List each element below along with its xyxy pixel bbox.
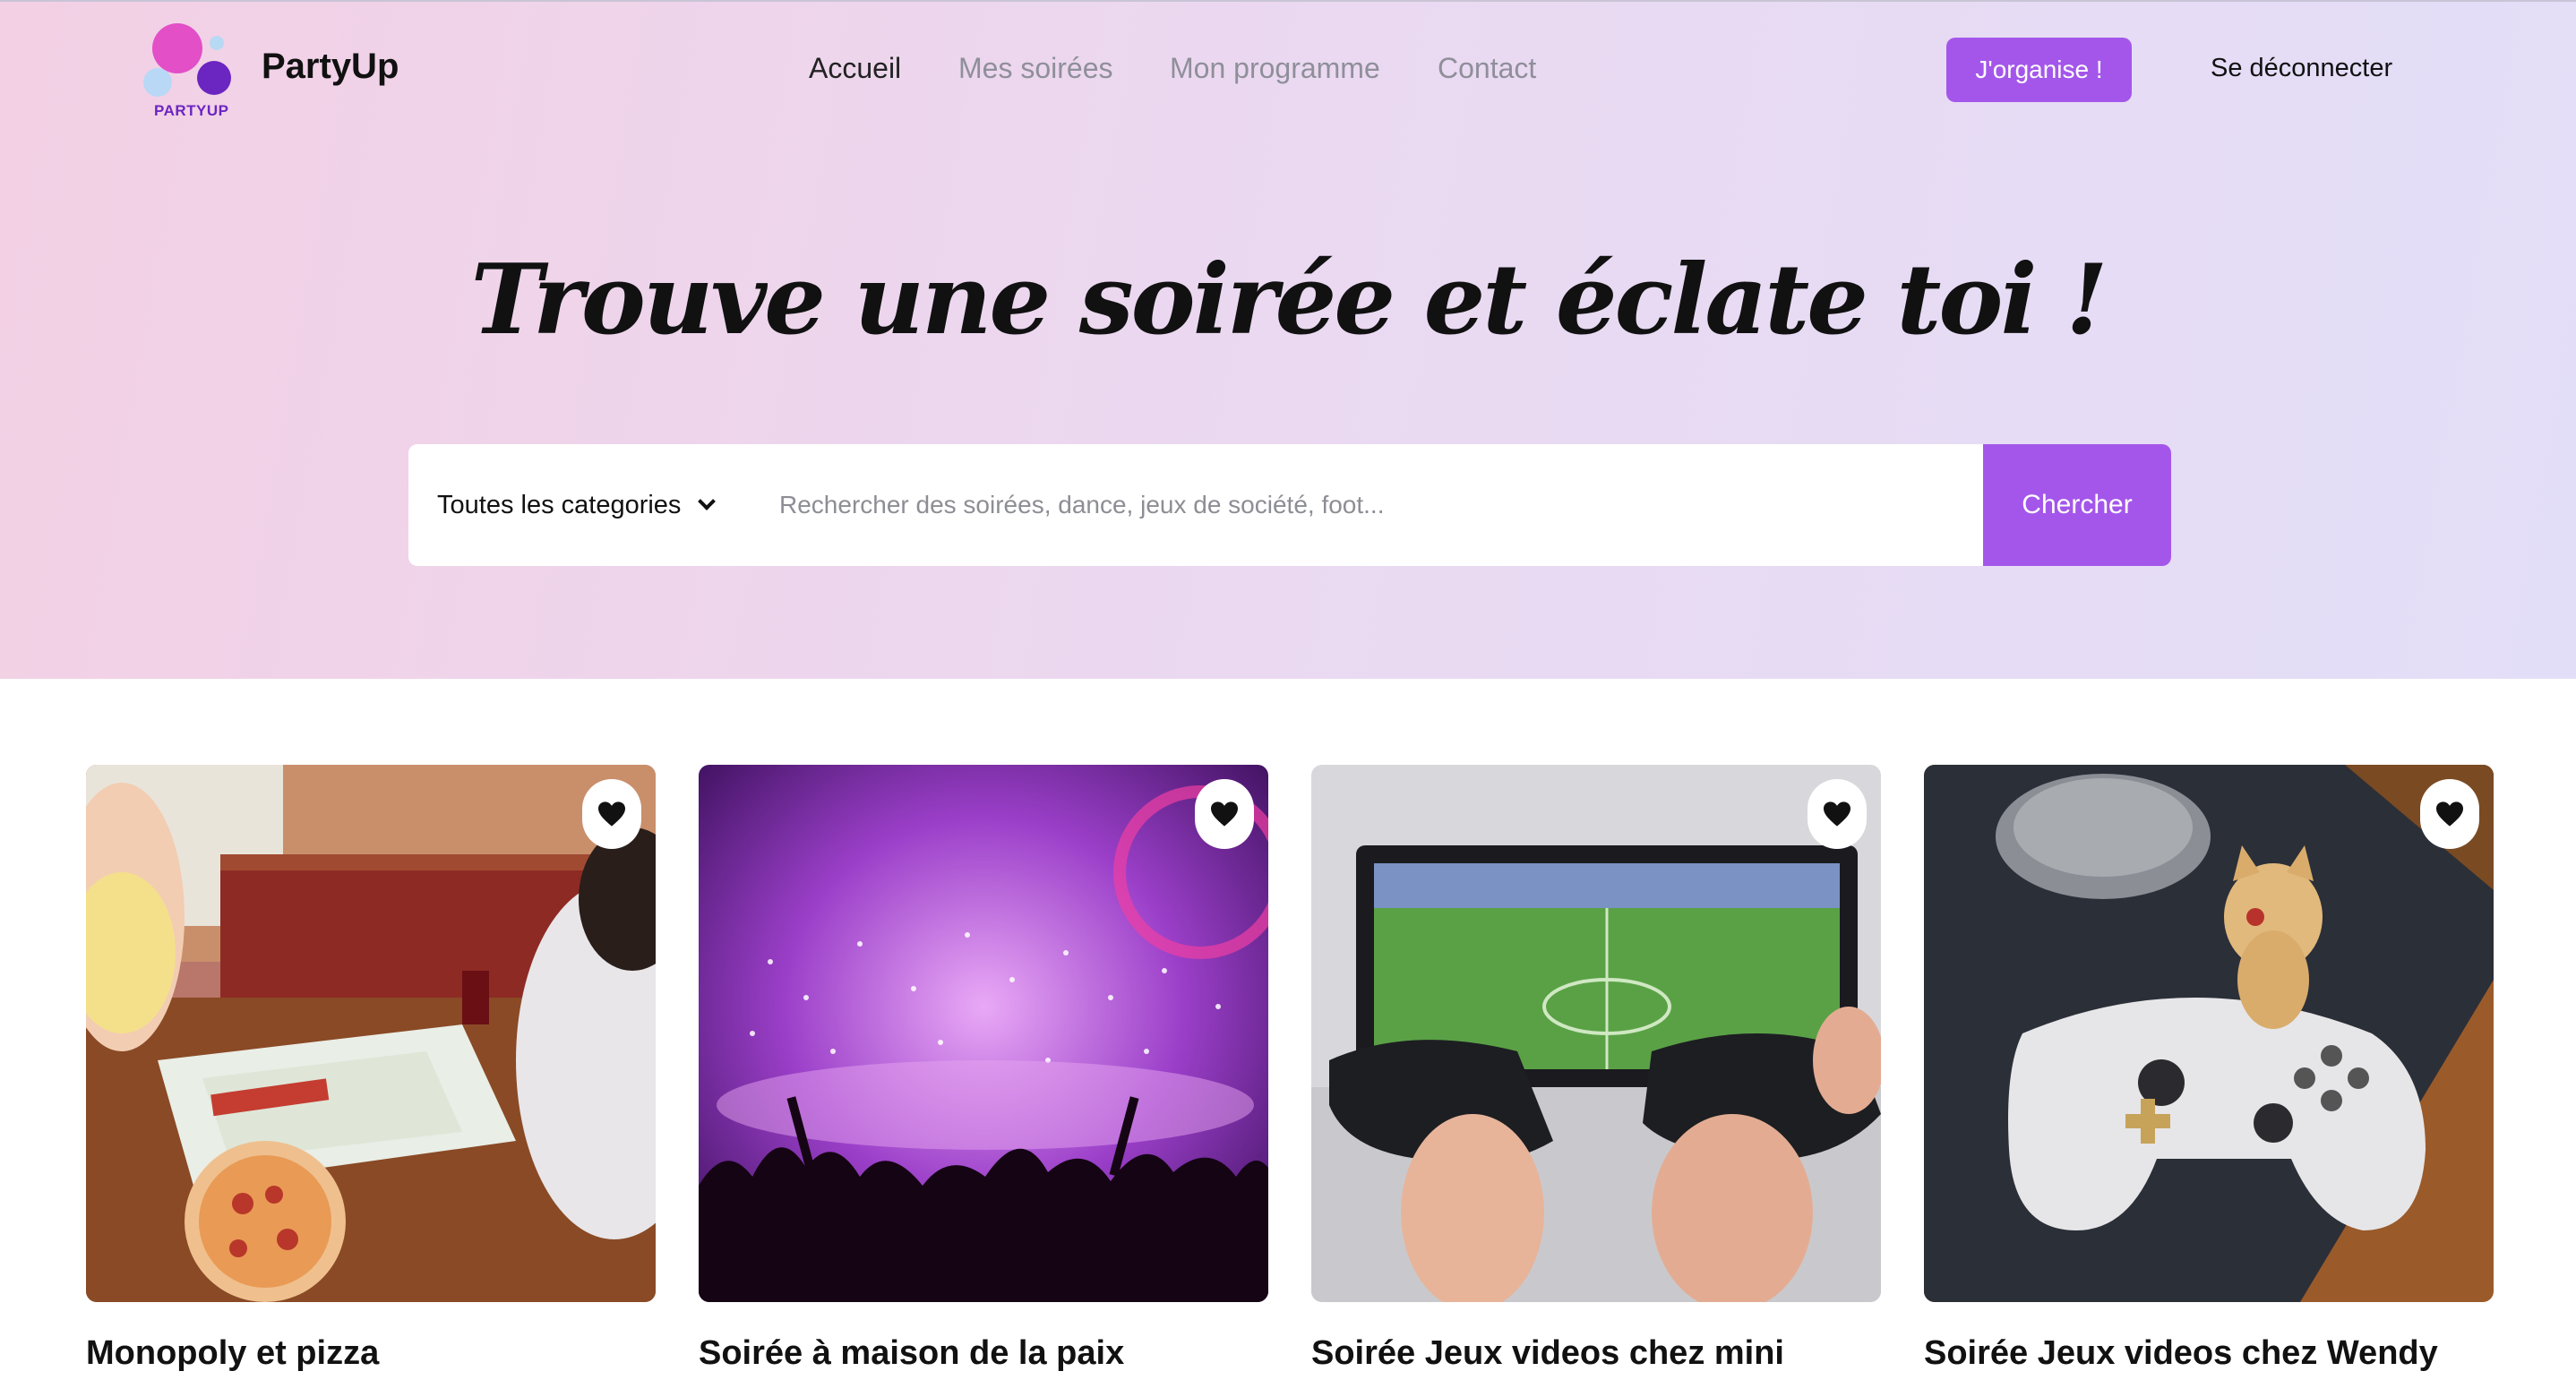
event-image[interactable] — [1311, 765, 1881, 1302]
page-headline: Trouve une soirée et éclate toi ! — [470, 244, 2108, 356]
organize-button[interactable]: J'organise ! — [1946, 38, 2132, 102]
event-image[interactable] — [699, 765, 1268, 1302]
heart-icon — [2436, 801, 2463, 827]
event-title[interactable]: Monopoly et pizza — [86, 1334, 379, 1373]
heart-icon — [598, 801, 625, 827]
search-input[interactable] — [779, 469, 1944, 541]
search-button[interactable]: Chercher — [1983, 444, 2171, 566]
favorite-button[interactable] — [1807, 779, 1867, 849]
event-card[interactable]: Monopoly et pizza — [86, 765, 656, 1372]
category-select[interactable]: Toutes les categories — [437, 444, 717, 566]
logout-link[interactable]: Se déconnecter — [2211, 54, 2392, 83]
logo-circle-small-blue — [210, 36, 224, 50]
event-card[interactable]: Soirée Jeux videos chez Wendy — [1924, 765, 2494, 1372]
category-select-label: Toutes les categories — [437, 490, 682, 519]
nav-accueil[interactable]: Accueil — [809, 52, 901, 85]
favorite-button[interactable] — [582, 779, 641, 849]
nav-contact[interactable]: Contact — [1438, 52, 1536, 85]
nav-mes-soirees[interactable]: Mes soirées — [958, 52, 1113, 85]
event-image[interactable] — [86, 765, 656, 1302]
nav-mon-programme[interactable]: Mon programme — [1170, 52, 1380, 85]
main-nav: Accueil Mes soirées Mon programme Contac… — [0, 52, 2576, 88]
logo-text: PARTYUP — [154, 102, 229, 119]
event-title[interactable]: Soirée Jeux videos chez Wendy — [1924, 1334, 2438, 1373]
search-bar: Toutes les categories Chercher — [408, 444, 2171, 566]
chevron-down-icon — [698, 493, 717, 510]
event-card[interactable]: Soirée à maison de la paix — [699, 765, 1268, 1372]
event-title[interactable]: Soirée à maison de la paix — [699, 1334, 1124, 1373]
favorite-button[interactable] — [1195, 779, 1254, 849]
favorite-button[interactable] — [2420, 779, 2479, 849]
event-card[interactable]: Soirée Jeux videos chez mini — [1311, 765, 1881, 1372]
event-title[interactable]: Soirée Jeux videos chez mini — [1311, 1334, 1784, 1373]
event-image[interactable] — [1924, 765, 2494, 1302]
heart-icon — [1824, 801, 1850, 827]
heart-icon — [1211, 801, 1238, 827]
hero-section: PARTYUP PartyUp Accueil Mes soirées Mon … — [0, 0, 2576, 679]
